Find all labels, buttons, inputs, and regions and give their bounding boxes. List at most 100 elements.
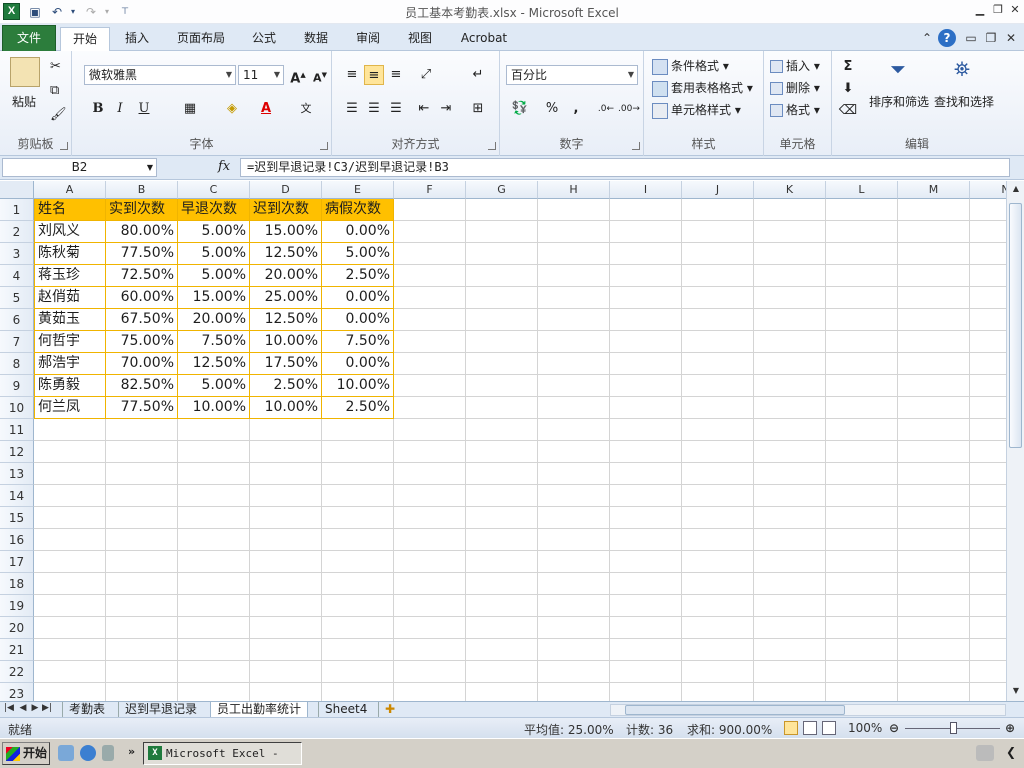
empty-cell[interactable]	[682, 463, 754, 485]
close-icon[interactable]: ✕	[1007, 2, 1023, 18]
empty-cell[interactable]	[538, 507, 610, 529]
empty-cell[interactable]	[970, 529, 1006, 551]
percent-cell[interactable]: 10.00%	[178, 397, 250, 419]
empty-cell[interactable]	[322, 551, 394, 573]
empty-cell[interactable]	[322, 617, 394, 639]
borders-icon[interactable]: ▦	[180, 99, 200, 119]
empty-cell[interactable]	[538, 595, 610, 617]
empty-cell[interactable]	[394, 683, 466, 701]
empty-cell[interactable]	[538, 485, 610, 507]
percent-cell[interactable]: 0.00%	[322, 309, 394, 331]
empty-cell[interactable]	[826, 529, 898, 551]
empty-cell[interactable]	[466, 617, 538, 639]
empty-cell[interactable]	[538, 419, 610, 441]
tab-view[interactable]: 视图	[400, 27, 440, 51]
empty-cell[interactable]	[898, 441, 970, 463]
empty-cell[interactable]	[970, 331, 1006, 353]
name-cell[interactable]: 赵俏茹	[34, 287, 106, 309]
page-break-view-icon[interactable]	[822, 721, 836, 735]
name-cell[interactable]: 何兰凤	[34, 397, 106, 419]
empty-cell[interactable]	[106, 507, 178, 529]
row-header[interactable]: 8	[0, 353, 34, 375]
empty-cell[interactable]	[898, 683, 970, 701]
autosum-button[interactable]: Σ	[838, 57, 858, 77]
empty-cell[interactable]	[178, 661, 250, 683]
empty-cell[interactable]	[322, 529, 394, 551]
empty-cell[interactable]	[610, 441, 682, 463]
empty-cell[interactable]	[754, 375, 826, 397]
empty-cell[interactable]	[754, 441, 826, 463]
percent-cell[interactable]: 12.50%	[250, 243, 322, 265]
empty-cell[interactable]	[682, 199, 754, 221]
empty-cell[interactable]	[610, 463, 682, 485]
percent-cell[interactable]: 70.00%	[106, 353, 178, 375]
decrease-indent-icon[interactable]: ⇤	[414, 99, 434, 119]
empty-cell[interactable]	[826, 309, 898, 331]
empty-cell[interactable]	[610, 287, 682, 309]
empty-cell[interactable]	[466, 573, 538, 595]
empty-cell[interactable]	[898, 309, 970, 331]
empty-cell[interactable]	[970, 199, 1006, 221]
percent-cell[interactable]: 25.00%	[250, 287, 322, 309]
scroll-down-icon[interactable]: ▼	[1010, 686, 1022, 698]
empty-cell[interactable]	[610, 221, 682, 243]
empty-cell[interactable]	[898, 265, 970, 287]
name-cell[interactable]: 陈勇毅	[34, 375, 106, 397]
normal-view-icon[interactable]	[784, 721, 798, 735]
empty-cell[interactable]	[898, 353, 970, 375]
empty-cell[interactable]	[466, 485, 538, 507]
empty-cell[interactable]	[826, 683, 898, 701]
row-header[interactable]: 11	[0, 419, 34, 441]
empty-cell[interactable]	[322, 419, 394, 441]
empty-cell[interactable]	[466, 243, 538, 265]
sort-filter-icon[interactable]: ⏷	[884, 57, 912, 87]
empty-cell[interactable]	[754, 661, 826, 683]
horizontal-scroll-thumb[interactable]	[625, 705, 845, 715]
empty-cell[interactable]	[394, 287, 466, 309]
empty-cell[interactable]	[970, 661, 1006, 683]
empty-cell[interactable]	[178, 507, 250, 529]
empty-cell[interactable]	[754, 551, 826, 573]
table-header-cell[interactable]: 早退次数	[178, 199, 250, 221]
empty-cell[interactable]	[970, 243, 1006, 265]
sort-filter-button[interactable]: 排序和筛选	[869, 93, 929, 110]
name-cell[interactable]: 陈秋菊	[34, 243, 106, 265]
percent-cell[interactable]: 17.50%	[250, 353, 322, 375]
empty-cell[interactable]	[898, 639, 970, 661]
empty-cell[interactable]	[466, 529, 538, 551]
empty-cell[interactable]	[322, 683, 394, 701]
workbook-minimize-icon[interactable]: ▭	[962, 29, 980, 47]
empty-cell[interactable]	[394, 243, 466, 265]
column-header-f[interactable]: F	[394, 181, 466, 199]
empty-cell[interactable]	[106, 595, 178, 617]
empty-cell[interactable]	[34, 573, 106, 595]
table-header-cell[interactable]: 迟到次数	[250, 199, 322, 221]
empty-cell[interactable]	[538, 683, 610, 701]
empty-cell[interactable]	[754, 287, 826, 309]
formula-input[interactable]: =迟到早退记录!C3/迟到早退记录!B3	[240, 158, 1010, 177]
row-header[interactable]: 20	[0, 617, 34, 639]
empty-cell[interactable]	[898, 551, 970, 573]
table-header-cell[interactable]: 姓名	[34, 199, 106, 221]
empty-cell[interactable]	[538, 375, 610, 397]
percent-cell[interactable]: 2.50%	[322, 397, 394, 419]
percent-cell[interactable]: 80.00%	[106, 221, 178, 243]
percent-cell[interactable]: 7.50%	[178, 331, 250, 353]
empty-cell[interactable]	[466, 639, 538, 661]
empty-cell[interactable]	[682, 507, 754, 529]
row-header[interactable]: 19	[0, 595, 34, 617]
clear-icon[interactable]: ⌫	[838, 101, 858, 121]
empty-cell[interactable]	[466, 309, 538, 331]
empty-cell[interactable]	[898, 529, 970, 551]
empty-cell[interactable]	[826, 331, 898, 353]
more-quicklaunch-icon[interactable]: »	[128, 745, 135, 758]
empty-cell[interactable]	[610, 243, 682, 265]
bottom-align-icon[interactable]: ≡	[386, 65, 406, 85]
empty-cell[interactable]	[970, 595, 1006, 617]
empty-cell[interactable]	[538, 463, 610, 485]
empty-cell[interactable]	[250, 441, 322, 463]
empty-cell[interactable]	[898, 507, 970, 529]
percent-cell[interactable]: 77.50%	[106, 397, 178, 419]
row-header[interactable]: 17	[0, 551, 34, 573]
empty-cell[interactable]	[106, 683, 178, 701]
